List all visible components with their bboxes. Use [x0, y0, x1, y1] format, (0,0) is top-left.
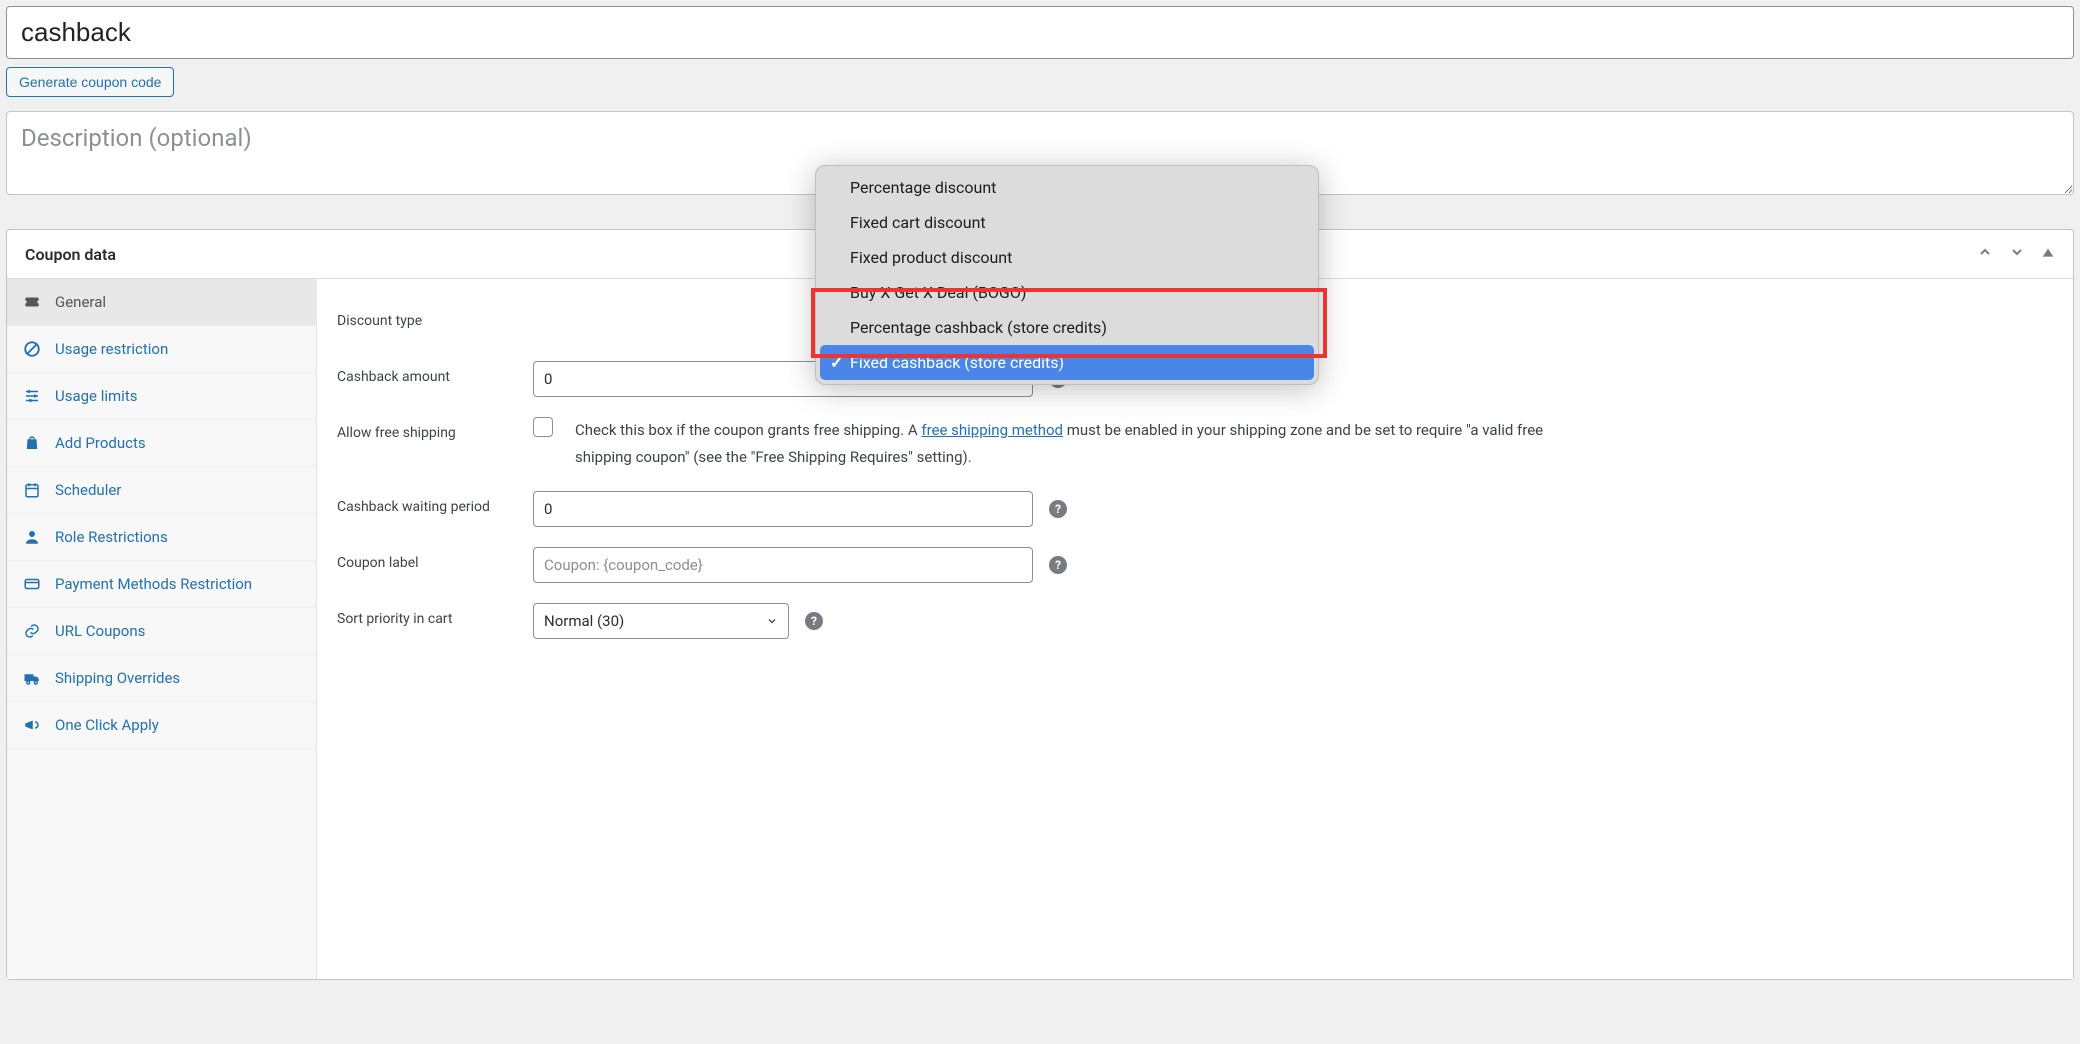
tab-label: URL Coupons — [55, 622, 145, 640]
metabox-title: Coupon data — [25, 245, 116, 264]
tab-label: One Click Apply — [55, 716, 159, 734]
tab-label: General — [55, 293, 106, 311]
tab-general[interactable]: General — [7, 279, 316, 325]
help-tip-icon[interactable]: ? — [805, 612, 823, 630]
calendar-icon — [23, 481, 41, 499]
sort-priority-label: Sort priority in cart — [337, 603, 517, 627]
help-tip-icon[interactable]: ? — [1049, 500, 1067, 518]
tab-shipping-overrides[interactable]: Shipping Overrides — [7, 655, 316, 701]
sliders-icon — [23, 387, 41, 405]
free-shipping-description: Check this box if the coupon grants free… — [575, 417, 1555, 471]
block-icon — [23, 340, 41, 358]
discount-type-option[interactable]: Fixed cart discount — [820, 205, 1314, 240]
tab-one-click-apply[interactable]: One Click Apply — [7, 702, 316, 748]
coupon-label-label: Coupon label — [337, 547, 517, 571]
tab-payment-methods-restriction[interactable]: Payment Methods Restriction — [7, 561, 316, 607]
megaphone-icon — [23, 716, 41, 734]
discount-type-label: Discount type — [337, 305, 517, 329]
coupon-label-input[interactable] — [533, 547, 1033, 583]
discount-type-option[interactable]: Buy X Get X Deal (BOGO) — [820, 275, 1314, 310]
ticket-icon — [23, 293, 41, 311]
cashback-amount-label: Cashback amount — [337, 361, 517, 385]
tab-label: Usage restriction — [55, 340, 168, 358]
coupon-title-input[interactable] — [6, 6, 2074, 59]
tab-label: Add Products — [55, 434, 146, 452]
tab-role-restrictions[interactable]: Role Restrictions — [7, 514, 316, 560]
tab-label: Role Restrictions — [55, 528, 168, 546]
card-icon — [23, 575, 41, 593]
coupon-data-tabs: General Usage restriction Usage limits Add … — [7, 279, 317, 979]
allow-free-shipping-label: Allow free shipping — [337, 417, 517, 441]
tab-usage-limits[interactable]: Usage limits — [7, 373, 316, 419]
move-up-icon[interactable] — [1977, 244, 1993, 264]
general-panel: Discount type Cashback amount ? Allow fr… — [317, 279, 2073, 979]
bag-icon — [23, 434, 41, 452]
cashback-waiting-period-input[interactable] — [533, 491, 1033, 527]
help-tip-icon[interactable]: ? — [1049, 556, 1067, 574]
link-icon — [23, 622, 41, 640]
toggle-icon[interactable] — [2041, 244, 2055, 264]
tab-scheduler[interactable]: Scheduler — [7, 467, 316, 513]
generate-coupon-code-button[interactable]: Generate coupon code — [6, 67, 174, 97]
tab-label: Payment Methods Restriction — [55, 575, 252, 593]
move-down-icon[interactable] — [2009, 244, 2025, 264]
discount-type-option[interactable]: Percentage discount — [820, 170, 1314, 205]
sort-priority-select[interactable]: Normal (30) — [533, 603, 789, 639]
discount-type-option[interactable]: Fixed cashback (store credits) — [820, 345, 1314, 380]
tab-add-products[interactable]: Add Products — [7, 420, 316, 466]
discount-type-option[interactable]: Fixed product discount — [820, 240, 1314, 275]
tab-usage-restriction[interactable]: Usage restriction — [7, 326, 316, 372]
tab-label: Scheduler — [55, 481, 121, 499]
truck-icon — [23, 669, 41, 687]
free-shipping-method-link[interactable]: free shipping method — [921, 421, 1063, 439]
allow-free-shipping-checkbox[interactable] — [533, 417, 553, 437]
coupon-data-metabox: Coupon data General Usage restriction Usag… — [6, 229, 2074, 980]
tab-url-coupons[interactable]: URL Coupons — [7, 608, 316, 654]
discount-type-option[interactable]: Percentage cashback (store credits) — [820, 310, 1314, 345]
tab-label: Shipping Overrides — [55, 669, 180, 687]
tab-label: Usage limits — [55, 387, 137, 405]
discount-type-dropdown[interactable]: Percentage discountFixed cart discountFi… — [815, 165, 1319, 385]
user-icon — [23, 528, 41, 546]
cashback-waiting-period-label: Cashback waiting period — [337, 491, 517, 515]
